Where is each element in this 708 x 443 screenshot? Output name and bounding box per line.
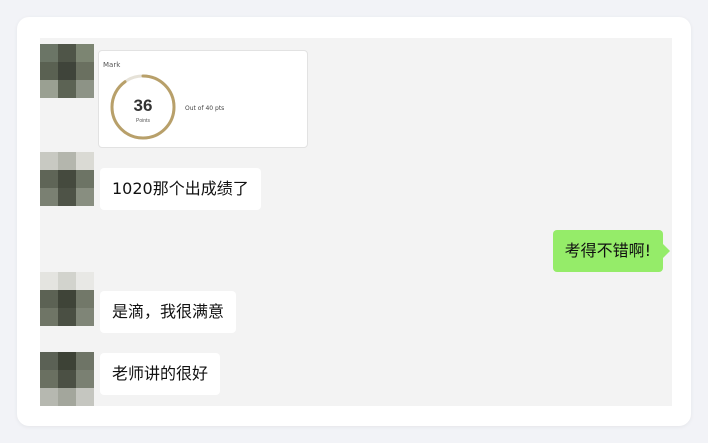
score-value: 36 <box>134 96 153 115</box>
avatar[interactable] <box>40 272 94 326</box>
message-bubble[interactable]: 是滴，我很满意 <box>100 291 237 333</box>
score-unit: Points <box>136 118 150 124</box>
score-out-of: Out of 40 pts <box>185 105 225 112</box>
score-card-label: Mark <box>103 61 121 69</box>
message-bubble[interactable]: 1020那个出成绩了 <box>100 168 261 210</box>
message-bubble-self[interactable]: 考得不错啊! <box>552 230 671 272</box>
chat-window[interactable]: Mark 36 Points Out of 40 pts 1020那个出成绩了 … <box>40 38 672 406</box>
avatar[interactable] <box>40 352 94 406</box>
message-bubble[interactable]: 老师讲的很好 <box>100 353 221 395</box>
avatar[interactable] <box>40 152 94 206</box>
avatar[interactable] <box>40 44 94 98</box>
score-result-card[interactable]: Mark 36 Points Out of 40 pts <box>98 50 308 148</box>
score-ring: 36 Points <box>110 74 176 140</box>
